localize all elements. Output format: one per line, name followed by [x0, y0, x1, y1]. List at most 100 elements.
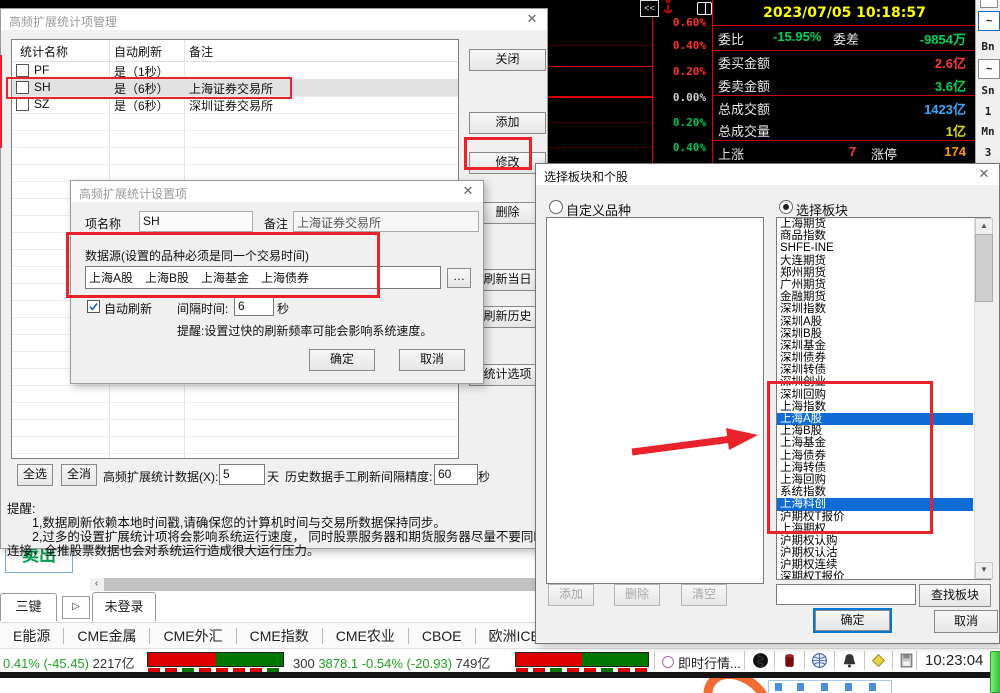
board-item[interactable]: 深圳指数 — [777, 303, 973, 315]
board-item[interactable]: 商品指数 — [777, 230, 973, 242]
board-scrollbar[interactable]: ▲ ▼ — [974, 218, 993, 579]
board-item[interactable]: 深圳回购 — [777, 389, 973, 401]
cancel-button[interactable]: 取消 — [934, 610, 998, 633]
refresh-precision-input[interactable]: 60 — [434, 464, 478, 485]
close-icon[interactable]: ✕ — [524, 11, 540, 27]
toolbar-button[interactable]: 3 — [978, 146, 998, 159]
table-row[interactable]: SH 是（6秒） 上海证券交易所 — [12, 79, 458, 97]
row-checkbox[interactable] — [16, 81, 29, 94]
close-icon[interactable]: ✕ — [976, 166, 992, 182]
board-item[interactable]: 深圳创业 — [777, 376, 973, 388]
dialog-titlebar[interactable]: 高频扩展统计项管理 ✕ — [1, 9, 547, 30]
market-tab[interactable]: CME金属 — [64, 626, 149, 646]
cancel-button[interactable]: 取消 — [399, 349, 465, 371]
stat-days-input[interactable]: 5 — [219, 464, 265, 485]
market-tab[interactable]: CME指数 — [237, 626, 322, 646]
board-item[interactable]: 沪期权T报价 — [777, 511, 973, 523]
scroll-left-arrow-icon[interactable]: ‹ — [90, 578, 103, 591]
anchor-icon[interactable] — [660, 0, 676, 16]
board-item[interactable]: 郑州期货 — [777, 267, 973, 279]
clear-all-button[interactable]: 全消 — [61, 464, 97, 486]
board-item[interactable]: 上海债券 — [777, 450, 973, 462]
interval-input[interactable]: 6 — [234, 296, 274, 316]
tab-not-logged-in[interactable]: 未登录 — [92, 592, 156, 621]
clear-button[interactable]: 清空 — [681, 584, 727, 606]
database-icon[interactable] — [781, 652, 798, 669]
board-item[interactable]: 沪期权认购 — [777, 535, 973, 547]
table-row[interactable]: PF 是（1秒） — [12, 62, 458, 80]
expand-tabs-button[interactable]: ▷ — [62, 596, 90, 619]
row-checkbox[interactable] — [16, 98, 29, 111]
scroll-up-icon[interactable]: ▲ — [975, 218, 993, 235]
board-item[interactable]: 上海基金 — [777, 437, 973, 449]
custom-items-listbox[interactable] — [546, 217, 764, 584]
python-icon[interactable] — [752, 652, 769, 669]
browse-button[interactable]: … — [447, 268, 471, 288]
board-item[interactable]: 深圳B股 — [777, 328, 973, 340]
custom-items-radio[interactable] — [549, 200, 563, 214]
board-item[interactable]: 上海期货 — [777, 218, 973, 230]
split-window-icon[interactable] — [697, 2, 712, 15]
board-item[interactable]: 深圳转债 — [777, 364, 973, 376]
board-item[interactable]: 沪期权认沽 — [777, 547, 973, 559]
row-checkbox[interactable] — [16, 64, 29, 77]
board-item[interactable]: 上海指数 — [777, 401, 973, 413]
bell-icon[interactable] — [841, 652, 858, 669]
disk-icon[interactable] — [898, 652, 915, 669]
toolbar-button[interactable]: ~ — [978, 11, 1000, 31]
board-item[interactable]: 上海B股 — [777, 425, 973, 437]
board-item[interactable]: 深圳债券 — [777, 352, 973, 364]
scrollbar-thumb[interactable] — [975, 234, 993, 302]
ok-button[interactable]: 确定 — [309, 349, 375, 371]
board-item[interactable]: 广州期货 — [777, 279, 973, 291]
add-button[interactable]: 添加 — [548, 584, 594, 606]
select-all-button[interactable]: 全选 — [17, 464, 53, 486]
board-item[interactable]: 金融期货 — [777, 291, 973, 303]
tag-icon[interactable] — [870, 652, 887, 669]
item-name-input[interactable]: SH — [139, 211, 253, 232]
find-board-button[interactable]: 查找板块 — [919, 584, 991, 607]
market-tab[interactable]: CME外汇 — [150, 626, 235, 646]
toolbar-button[interactable]: Bn — [978, 40, 998, 53]
close-icon[interactable]: ✕ — [460, 183, 476, 199]
board-item[interactable]: 深圳A股 — [777, 316, 973, 328]
board-item[interactable]: 系统指数 — [777, 486, 973, 498]
auto-refresh-checkbox[interactable] — [87, 300, 100, 313]
board-item[interactable]: 沪期权连续 — [777, 559, 973, 571]
select-board-radio[interactable] — [779, 200, 793, 214]
scroll-down-icon[interactable]: ▼ — [975, 562, 993, 579]
toolbar-button[interactable]: 1 — [978, 105, 998, 118]
data-source-input[interactable]: 上海A股 上海B股 上海基金 上海债券 — [85, 266, 441, 289]
note-input[interactable]: 上海证券交易所 — [293, 211, 479, 232]
toolbar-button[interactable]: Sn — [978, 84, 998, 97]
toolbar-button-partial[interactable] — [980, 0, 998, 8]
market-tab[interactable]: CBOE — [409, 628, 475, 644]
collapse-panel-button[interactable]: << — [640, 0, 659, 17]
board-item[interactable]: 上海期权 — [777, 523, 973, 535]
side-button-2[interactable]: 添加 — [469, 112, 546, 134]
market-tab[interactable]: E能源 — [0, 626, 63, 646]
board-item[interactable]: 深圳基金 — [777, 340, 973, 352]
table-row[interactable]: SZ 是（6秒） 深圳证券交易所 — [12, 96, 458, 114]
board-item[interactable]: 上海A股 — [777, 413, 973, 426]
side-button-1[interactable]: 关闭 — [469, 49, 546, 71]
quote-mode-button[interactable]: 即时行情... — [662, 653, 741, 672]
horizontal-scrollbar[interactable]: ‹ — [90, 578, 536, 591]
dialog-titlebar[interactable]: 高频扩展统计设置项 ✕ — [71, 181, 483, 202]
board-item[interactable]: 深期权T报价 — [777, 571, 973, 579]
board-search-input[interactable] — [776, 584, 916, 605]
tab-sanjian[interactable]: 三键 — [0, 593, 57, 621]
toolbar-button[interactable]: Mn — [978, 125, 998, 138]
market-tab[interactable]: 欧洲ICE — [476, 626, 536, 646]
market-tab[interactable]: CME农业 — [323, 626, 408, 646]
board-item[interactable]: 上海转债 — [777, 462, 973, 474]
scrollbar-thumb[interactable] — [104, 578, 536, 591]
globe-icon[interactable] — [811, 652, 828, 669]
toolbar-button[interactable]: ~ — [978, 59, 1000, 79]
delete-button[interactable]: 删除 — [614, 584, 660, 606]
board-item[interactable]: 上海科创 — [777, 498, 973, 511]
dialog-titlebar[interactable]: 选择板块和个股 ✕ — [536, 164, 999, 185]
board-item[interactable]: 上海回购 — [777, 474, 973, 486]
board-item[interactable]: SHFE-INE — [777, 242, 973, 254]
ok-button[interactable]: 确定 — [813, 608, 892, 633]
